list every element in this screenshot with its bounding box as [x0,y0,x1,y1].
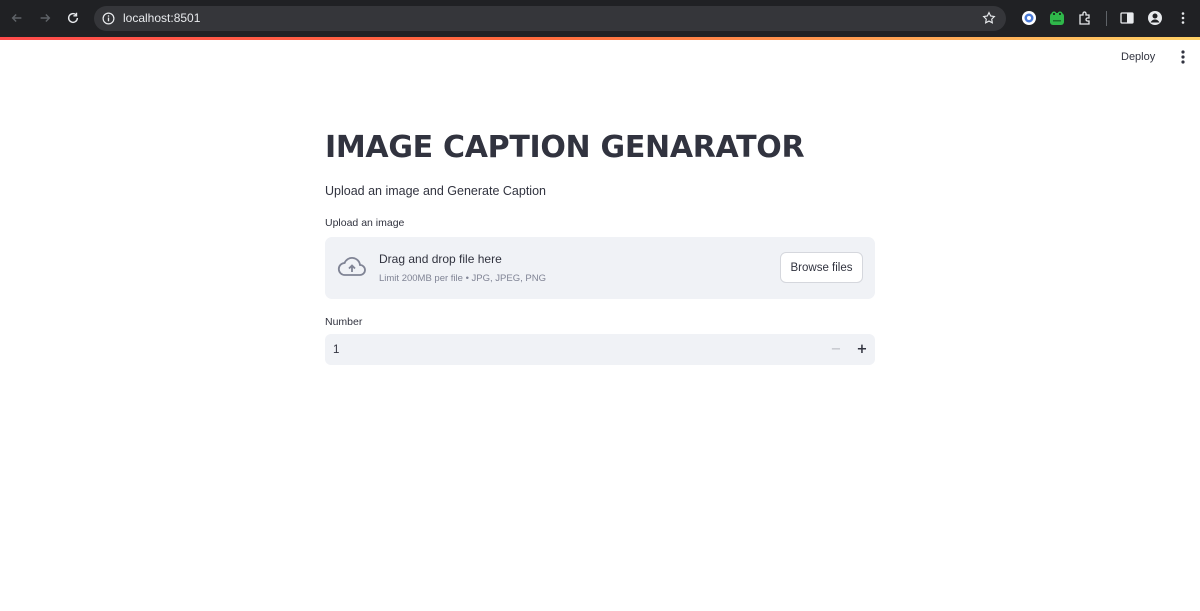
cloud-upload-icon [337,257,366,276]
app-loading-bar [0,37,1200,40]
toolbar-divider [1106,11,1107,26]
page-subtitle: Upload an image and Generate Caption [325,184,546,198]
star-icon[interactable] [982,11,996,25]
back-arrow-icon[interactable] [7,8,27,28]
deploy-button[interactable]: Deploy [1121,48,1155,66]
extension-frog-icon[interactable] [1049,10,1065,26]
browse-files-button[interactable]: Browse files [780,252,863,283]
puzzle-icon[interactable] [1077,10,1093,26]
url-text[interactable]: localhost:8501 [123,11,200,25]
menu-icon[interactable] [1175,10,1191,26]
decrement-button[interactable]: − [823,334,849,365]
forward-arrow-icon[interactable] [35,8,55,28]
number-stepper[interactable]: − + [325,334,875,365]
number-label: Number [325,316,363,328]
browser-toolbar: localhost:8501 [0,0,1200,37]
number-input[interactable] [325,334,820,365]
reload-icon[interactable] [63,8,83,28]
increment-button[interactable]: + [849,334,875,365]
app-menu-icon[interactable] [1177,49,1189,65]
sidepanel-icon[interactable] [1119,10,1135,26]
extension-circle-icon[interactable] [1021,10,1037,26]
file-dropzone[interactable]: Drag and drop file here Limit 200MB per … [325,237,875,299]
page-title: IMAGE CAPTION GENARATOR [325,130,805,165]
info-icon[interactable] [102,12,115,25]
upload-label: Upload an image [325,217,405,229]
dropzone-limit: Limit 200MB per file • JPG, JPEG, PNG [379,273,546,284]
main-content: IMAGE CAPTION GENARATOR Upload an image … [325,128,875,365]
dropzone-title: Drag and drop file here [379,252,502,266]
profile-icon[interactable] [1147,10,1163,26]
address-bar[interactable]: localhost:8501 [94,6,1006,31]
